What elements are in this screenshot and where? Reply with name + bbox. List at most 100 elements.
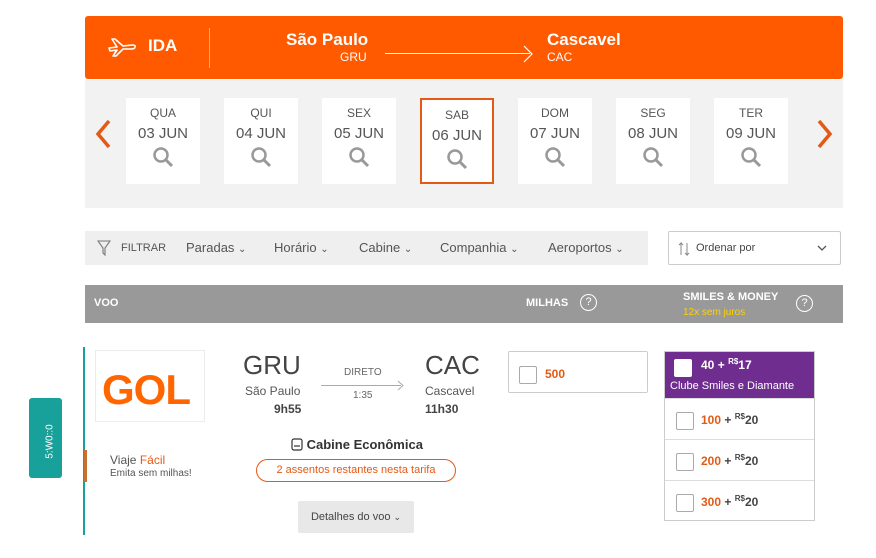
filter-time-dropdown[interactable]: Horário ⌄: [274, 240, 329, 255]
option-checkbox[interactable]: [676, 453, 694, 471]
flight-details-label: Detalhes do voo: [310, 511, 391, 523]
flight-arrow-icon: [397, 380, 404, 391]
cabin-class-label: Cabine Econômica: [306, 437, 423, 452]
currency-symbol: R$: [728, 357, 739, 366]
badge-prefix: Viaje: [110, 453, 137, 467]
date-option-wed[interactable]: QUA 03 JUN: [126, 98, 200, 184]
chevron-down-icon: [817, 245, 827, 251]
flight-line: [321, 385, 401, 386]
chevron-down-icon: ⌄: [320, 244, 329, 255]
flight-column-header: VOO: [94, 297, 119, 309]
badge-highlight: Fácil: [139, 453, 166, 467]
date-label: 08 JUN: [627, 125, 679, 142]
plus-sign: +: [724, 495, 732, 509]
option-price: 100 + R$20: [701, 412, 758, 427]
plus-sign: +: [724, 454, 732, 468]
option-miles: 300: [701, 495, 722, 509]
sort-label: Ordenar por: [696, 242, 756, 254]
seat-icon: [291, 438, 303, 451]
option-price: 300 + R$20: [701, 494, 758, 509]
destination-city: Cascavel: [547, 30, 621, 49]
search-icon: [741, 147, 762, 168]
filter-airports-dropdown[interactable]: Aeroportos ⌄: [548, 240, 624, 255]
miles-fare-option[interactable]: 500: [508, 351, 648, 393]
miles-checkbox[interactable]: [519, 366, 537, 384]
currency-symbol: R$: [734, 494, 745, 503]
funnel-icon: [97, 240, 111, 256]
filter-stops-dropdown[interactable]: Paradas ⌄: [186, 240, 246, 255]
side-feedback-tab[interactable]: 5:W0::0: [29, 398, 62, 478]
option-checkbox[interactable]: [676, 412, 694, 430]
chevron-down-icon: ⌄: [403, 244, 413, 255]
search-icon: [545, 147, 566, 168]
filter-label[interactable]: FILTRAR: [121, 242, 166, 254]
plus-sign: +: [717, 358, 725, 372]
chevron-down-icon: ⌄: [238, 244, 247, 255]
date-label: 09 JUN: [725, 125, 777, 142]
filter-airline-label: Companhia: [440, 240, 507, 255]
miles-price: 500: [545, 367, 566, 381]
option-cash: 20: [744, 413, 759, 427]
arrival-time: 11h30: [425, 402, 459, 416]
date-option-thu[interactable]: QUI 04 JUN: [224, 98, 298, 184]
option-checkbox[interactable]: [676, 494, 694, 512]
filter-airline-dropdown[interactable]: Companhia ⌄: [440, 240, 519, 255]
weekday-label: TER: [739, 106, 763, 120]
chevron-down-icon: ⌄: [615, 244, 624, 255]
smiles-money-featured-option[interactable]: 40 + R$17 Clube Smiles e Diamante: [665, 352, 814, 398]
divider: [209, 28, 210, 68]
date-option-tue[interactable]: TER 09 JUN: [714, 98, 788, 184]
seats-left-badge: 2 assentos restantes nesta tarifa: [256, 459, 456, 482]
currency-symbol: R$: [734, 453, 745, 462]
destination-code: CAC: [547, 50, 573, 64]
weekday-label: QUA: [149, 106, 176, 120]
route-header: IDA São Paulo GRU Cascavel CAC: [85, 16, 843, 79]
sort-dropdown[interactable]: Ordenar por: [668, 231, 841, 265]
sort-arrows-icon: [678, 241, 690, 257]
date-option-sat-selected[interactable]: SAB 06 JUN: [420, 98, 494, 184]
stops-label: DIRETO: [344, 367, 382, 378]
smiles-money-option[interactable]: 300 + R$20: [665, 480, 814, 522]
next-date-chevron-icon[interactable]: [812, 117, 836, 151]
featured-option-label: Clube Smiles e Diamante: [670, 380, 795, 392]
featured-cash: 17: [738, 358, 752, 372]
filter-cabin-dropdown[interactable]: Cabine ⌄: [359, 240, 412, 255]
featured-price: 40 + R$17: [701, 357, 752, 372]
smiles-money-help-icon[interactable]: ?: [796, 295, 813, 312]
option-cash: 20: [744, 454, 759, 468]
option-miles: 100: [701, 413, 722, 427]
filter-time-label: Horário: [274, 240, 317, 255]
weekday-label: SAB: [444, 108, 469, 122]
result-accent-bar: [83, 347, 85, 535]
filter-stops-label: Paradas: [186, 240, 235, 255]
weekday-label: DOM: [541, 106, 569, 120]
weekday-label: SEG: [640, 106, 666, 120]
currency-symbol: R$: [734, 412, 745, 421]
smiles-money-option[interactable]: 100 + R$20: [665, 398, 814, 440]
search-icon: [643, 147, 664, 168]
smiles-money-options: 40 + R$17 Clube Smiles e Diamante 100 + …: [664, 351, 815, 521]
date-label: 05 JUN: [333, 125, 385, 142]
date-option-fri[interactable]: SEX 05 JUN: [322, 98, 396, 184]
featured-option-checkbox[interactable]: [674, 359, 692, 377]
date-option-sun[interactable]: DOM 07 JUN: [518, 98, 592, 184]
option-miles: 200: [701, 454, 722, 468]
date-option-mon[interactable]: SEG 08 JUN: [616, 98, 690, 184]
airline-logo: GOL: [95, 350, 205, 422]
origin-city: São Paulo: [286, 30, 369, 49]
flight-details-button[interactable]: Detalhes do voo ⌄: [298, 501, 414, 533]
previous-date-chevron-icon[interactable]: [92, 117, 116, 151]
miles-help-icon[interactable]: ?: [580, 294, 597, 311]
airline-logo-text: GOL: [102, 366, 191, 413]
search-icon: [251, 147, 272, 168]
option-price: 200 + R$20: [701, 453, 758, 468]
filter-airports-label: Aeroportos: [548, 240, 612, 255]
airplane-icon: [108, 38, 136, 57]
origin-code: GRU: [340, 50, 367, 64]
filter-cabin-label: Cabine: [359, 240, 401, 255]
destination-airport-code: CAC: [425, 350, 480, 380]
search-icon: [153, 147, 174, 168]
smiles-money-option[interactable]: 200 + R$20: [665, 439, 814, 481]
date-label: 07 JUN: [529, 125, 581, 142]
search-icon: [349, 147, 370, 168]
